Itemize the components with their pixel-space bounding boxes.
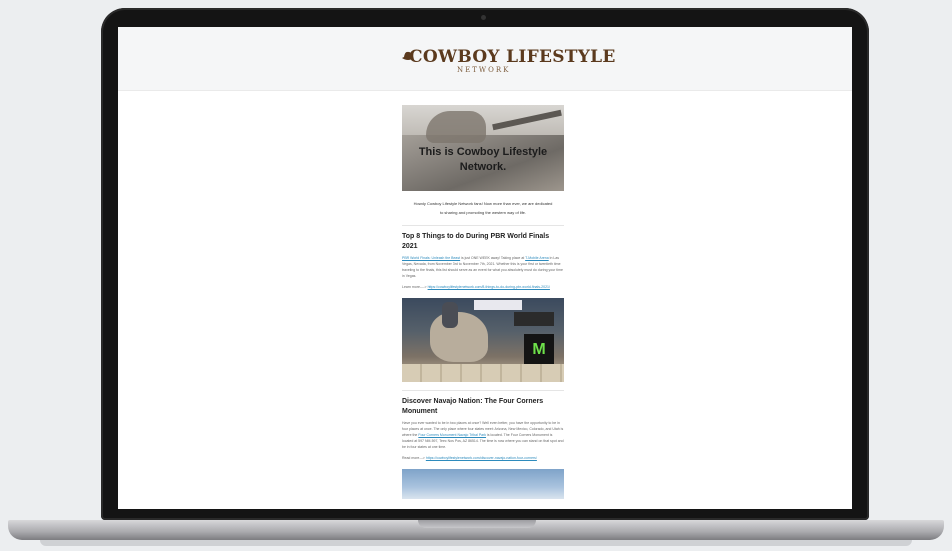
claw-icon: M [532, 341, 546, 358]
monument-link[interactable]: Four Corners Monument Navajo Tribal Park [418, 433, 486, 437]
article-body: Have you ever wanted to be in two places… [402, 420, 564, 450]
laptop-shadow [40, 540, 912, 546]
article-body: PBR World Finals: Unleash the Beast is j… [402, 255, 564, 279]
photo-fence [402, 364, 564, 382]
email-header: COWBOY LIFESTYLE NETWORK [118, 27, 852, 91]
four-corners-photo[interactable] [402, 469, 564, 499]
read-more: Read more---> https://cowboylifestylenet… [402, 455, 564, 461]
photo-rider [442, 302, 458, 328]
webcam [481, 15, 486, 20]
read-more-label: Read more---> [402, 456, 426, 460]
intro-line-1: Howdy Cowboy Lifestyle Network fans! Now… [413, 201, 553, 206]
bull-riding-photo[interactable]: M [402, 298, 564, 382]
read-more-link[interactable]: https://cowboylifestylenetwork.com/disco… [426, 456, 537, 460]
divider [402, 225, 564, 226]
learn-more-link[interactable]: https://cowboylifestylenetwork.com/8-thi… [428, 285, 550, 289]
intro-text: Howdy Cowboy Lifestyle Network fans! Now… [402, 199, 564, 217]
laptop-notch [418, 520, 536, 528]
photo-sign [514, 312, 554, 326]
brand-name: COWBOY LIFESTYLE [409, 47, 616, 67]
intro-line-2: to sharing and promoting the western way… [439, 210, 527, 215]
learn-more-label: Learn more----> [402, 285, 428, 289]
photo-bull [430, 312, 488, 362]
brand-subtitle: NETWORK [457, 66, 511, 74]
article-title[interactable]: Top 8 Things to do During PBR World Fina… [402, 232, 564, 252]
hero-horse-silhouette [426, 111, 486, 143]
article-title[interactable]: Discover Navajo Nation: The Four Corners… [402, 397, 564, 417]
email-content: This is Cowboy Lifestyle Network. Howdy … [402, 105, 564, 499]
article-1: Top 8 Things to do During PBR World Fina… [402, 232, 564, 382]
hero-headline: This is Cowboy Lifestyle Network. [418, 146, 548, 173]
article-2: Discover Navajo Nation: The Four Corners… [402, 397, 564, 499]
learn-more: Learn more----> https://cowboylifestylen… [402, 284, 564, 290]
venue-link[interactable]: T-Mobile Arena [525, 256, 549, 260]
article-text: is just ONE WEEK away! Taking place at [460, 256, 526, 260]
article-link[interactable]: PBR World Finals: Unleash the Beast [402, 256, 460, 260]
brand-logo[interactable]: COWBOY LIFESTYLE NETWORK [401, 47, 615, 75]
divider [402, 390, 564, 391]
laptop-screen: COWBOY LIFESTYLE NETWORK This is Cowboy … [118, 27, 852, 509]
hero-banner: This is Cowboy Lifestyle Network. [402, 105, 564, 191]
photo-banner [474, 300, 522, 310]
